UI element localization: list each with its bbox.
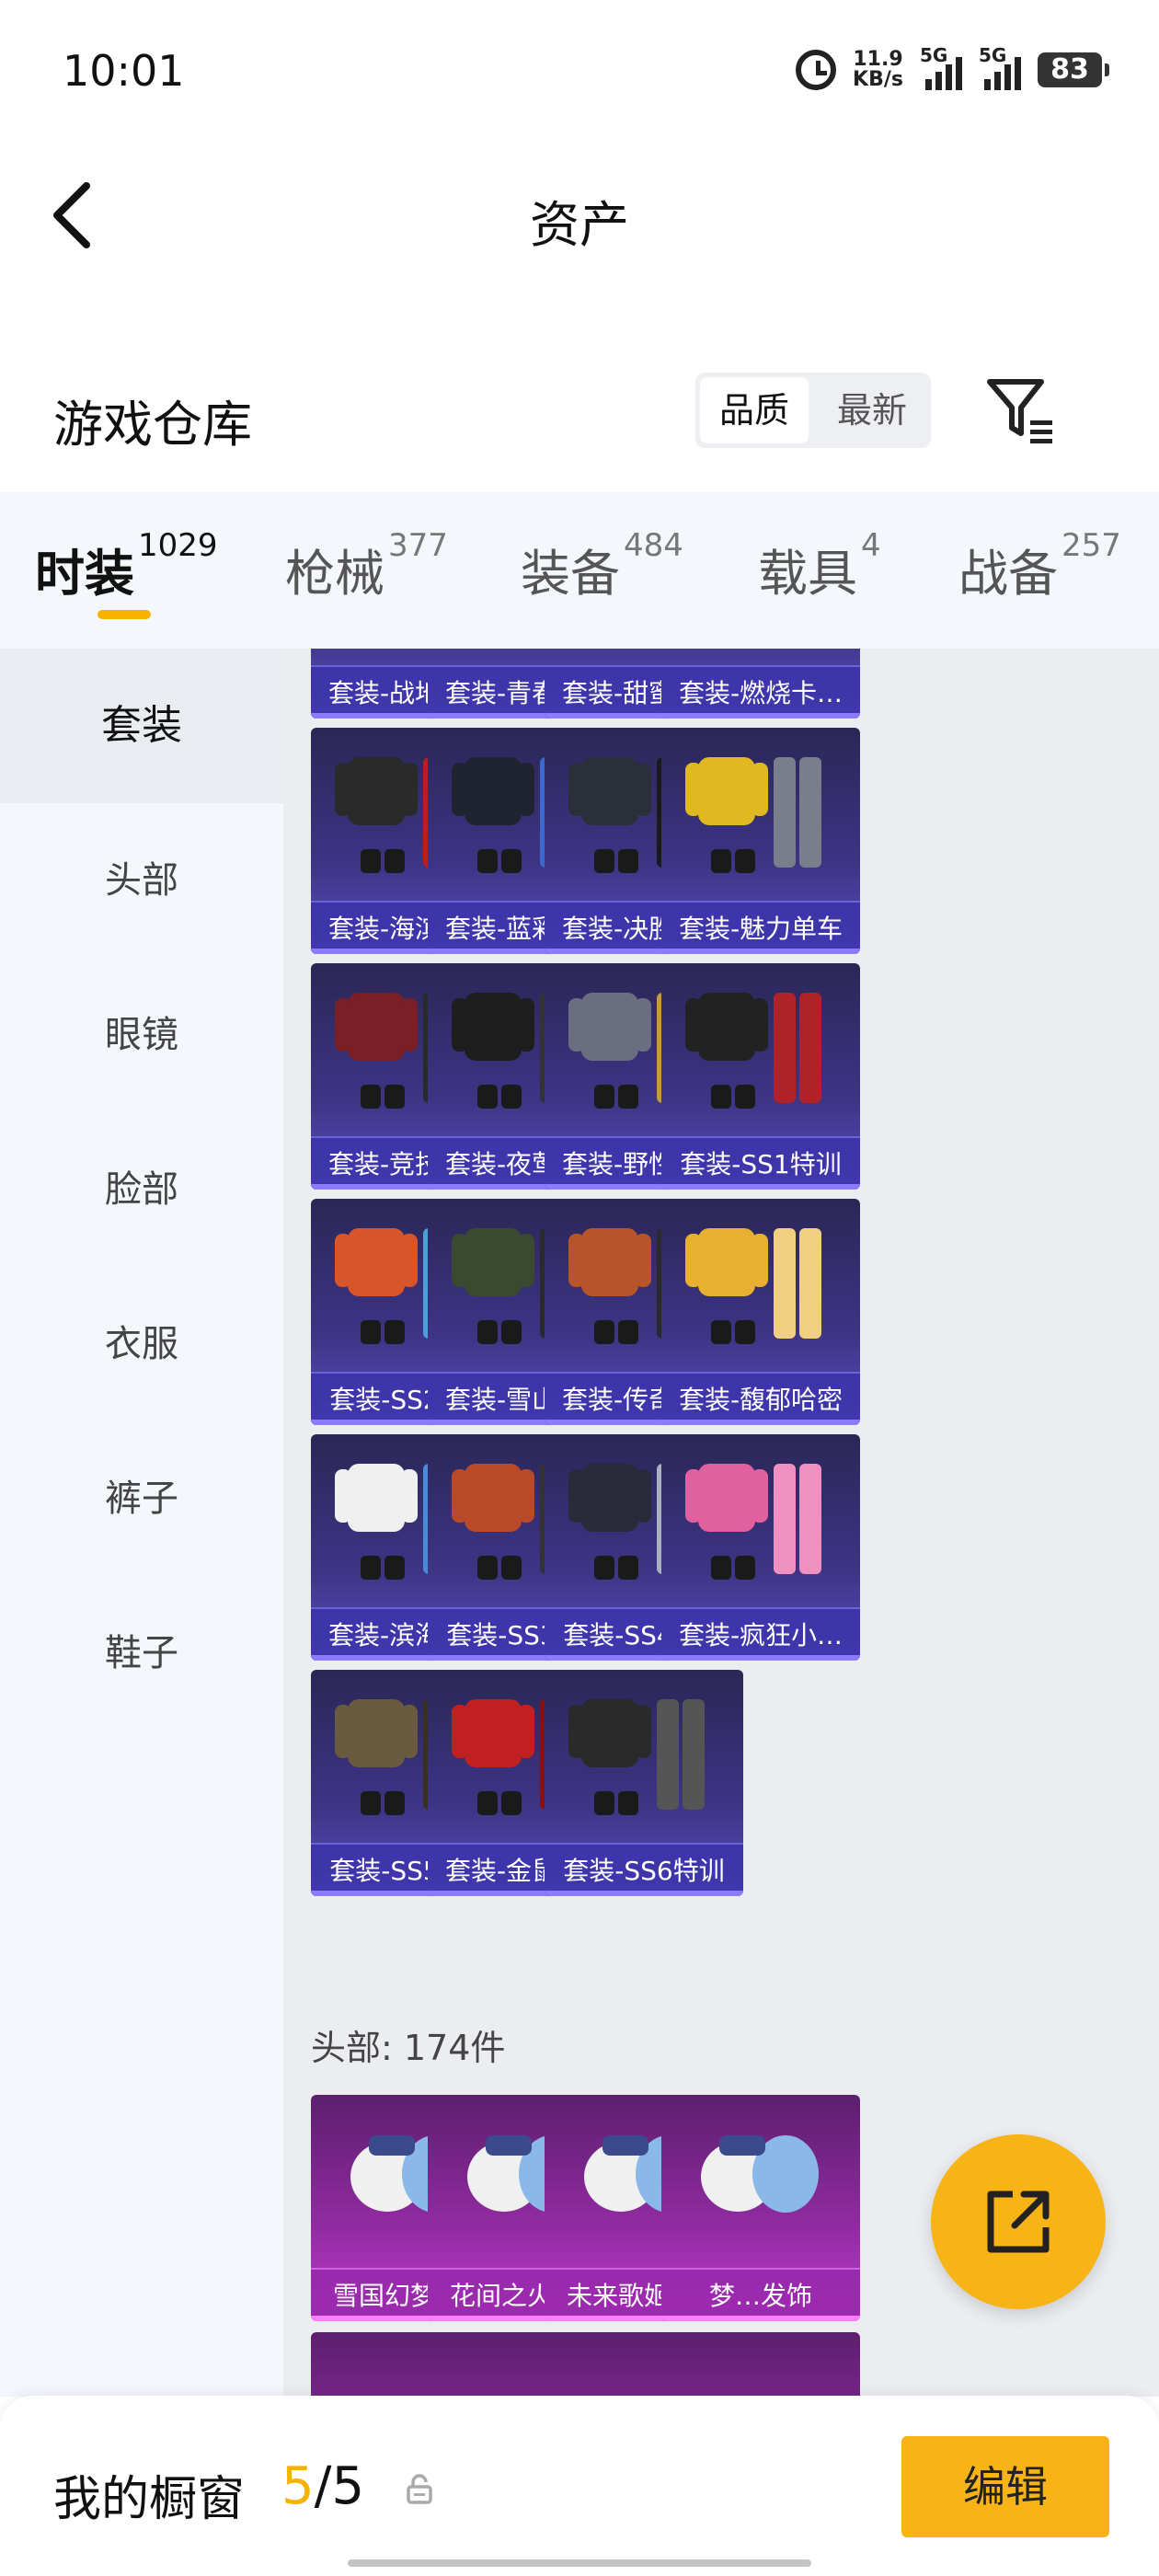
- lock-icon: [407, 2474, 432, 2504]
- suit-card[interactable]: 套装-SS1特训: [661, 963, 860, 1190]
- showcase-bar: 我的橱窗 5/5 编辑: [0, 2396, 1159, 2576]
- sort-newest[interactable]: 最新: [818, 377, 926, 443]
- page-title: 资产: [530, 196, 629, 254]
- suit-card-label: 套装-SS6特训: [545, 1843, 743, 1896]
- sidebar: 套装 头部 眼镜 脸部 衣服 裤子 鞋子: [0, 649, 283, 2397]
- home-indicator: [348, 2559, 811, 2567]
- tab-label: 装备: [521, 545, 620, 603]
- sidebar-item-clothes[interactable]: 衣服: [0, 1267, 283, 1421]
- suit-card[interactable]: 套装-燃烧卡…: [661, 649, 860, 719]
- suit-card-label: 套装-魅力单车: [661, 901, 860, 954]
- sidebar-item-shoes[interactable]: 鞋子: [0, 1576, 283, 1731]
- network-speed: 11.9 KB/s: [853, 50, 903, 90]
- sidebar-item-face[interactable]: 脸部: [0, 1112, 283, 1267]
- network-speed-unit: KB/s: [853, 68, 903, 91]
- sort-toggle: 品质 最新: [695, 373, 931, 448]
- tab-equipment[interactable]: 装备 484: [521, 527, 683, 605]
- suit-card[interactable]: 套装-魅力单车: [661, 728, 860, 954]
- tab-count: 257: [1061, 527, 1121, 564]
- showcase-total: /5: [314, 2456, 365, 2516]
- signal-icon-2: 5G: [979, 44, 1021, 90]
- sim2-label: 5G: [979, 44, 1007, 66]
- sidebar-item-pants[interactable]: 裤子: [0, 1421, 283, 1576]
- suit-card-label: 套装-馥郁哈密: [661, 1372, 860, 1425]
- category-tabs: 时装 1029 枪械 377 装备 484 载具 4 战备 257: [0, 492, 1159, 649]
- sidebar-item-glasses[interactable]: 眼镜: [0, 958, 283, 1112]
- tab-vehicles[interactable]: 载具 4: [758, 527, 881, 605]
- status-bar: 10:01 11.9 KB/s 5G 5G 83: [0, 0, 1159, 138]
- tab-fashion[interactable]: 时装 1029: [35, 527, 218, 605]
- head-card[interactable]: 梦…发饰: [661, 2095, 860, 2321]
- showcase-count: 5/5: [281, 2456, 364, 2516]
- tab-label: 载具: [758, 545, 857, 603]
- head-card-label: 梦…发饰: [661, 2268, 860, 2321]
- tab-count: 377: [388, 527, 448, 564]
- suit-card[interactable]: 套装-SS6特训: [545, 1670, 743, 1896]
- head-section-title: 头部: 174件: [311, 2028, 506, 2068]
- warehouse-title: 游戏仓库: [53, 396, 252, 454]
- showcase-current: 5: [281, 2456, 315, 2516]
- status-time: 10:01: [63, 46, 185, 96]
- alarm-icon: [796, 50, 837, 90]
- tab-count: 1029: [138, 527, 218, 564]
- suit-card-label: 套装-疯狂小…: [661, 1607, 860, 1661]
- suit-card-label: 套装-燃烧卡…: [661, 665, 860, 719]
- edit-button[interactable]: 编辑: [901, 2436, 1109, 2537]
- share-icon: [987, 2191, 1050, 2253]
- sort-quality[interactable]: 品质: [700, 377, 809, 443]
- tab-label: 时装: [35, 545, 134, 603]
- sidebar-item-suit[interactable]: 套装: [0, 649, 283, 803]
- suit-card[interactable]: 套装-疯狂小…: [661, 1434, 860, 1661]
- warehouse-header: 游戏仓库 品质 最新: [0, 363, 1159, 474]
- tab-label: 枪械: [285, 545, 384, 603]
- head-card[interactable]: [661, 2332, 860, 2397]
- suit-card-label: 套装-SS1特训: [661, 1136, 860, 1190]
- sim1-label: 5G: [920, 44, 948, 66]
- active-tab-indicator: [98, 610, 151, 619]
- network-speed-value: 11.9: [853, 48, 903, 71]
- tab-guns[interactable]: 枪械 377: [285, 527, 448, 605]
- nav-bar: 资产: [0, 156, 1159, 267]
- sidebar-item-head[interactable]: 头部: [0, 803, 283, 958]
- share-button[interactable]: [931, 2134, 1106, 2309]
- tab-supplies[interactable]: 战备 257: [958, 527, 1121, 605]
- battery-icon: 83: [1038, 52, 1109, 87]
- showcase-label: 我的橱窗: [53, 2472, 246, 2527]
- tab-count: 484: [624, 527, 683, 564]
- filter-icon[interactable]: [984, 376, 1058, 446]
- tab-count: 4: [861, 527, 881, 564]
- suit-card[interactable]: 套装-馥郁哈密: [661, 1199, 860, 1425]
- signal-icon-1: 5G: [920, 44, 962, 90]
- status-icons: 11.9 KB/s 5G 5G 83: [796, 40, 1109, 99]
- tab-label: 战备: [958, 545, 1058, 603]
